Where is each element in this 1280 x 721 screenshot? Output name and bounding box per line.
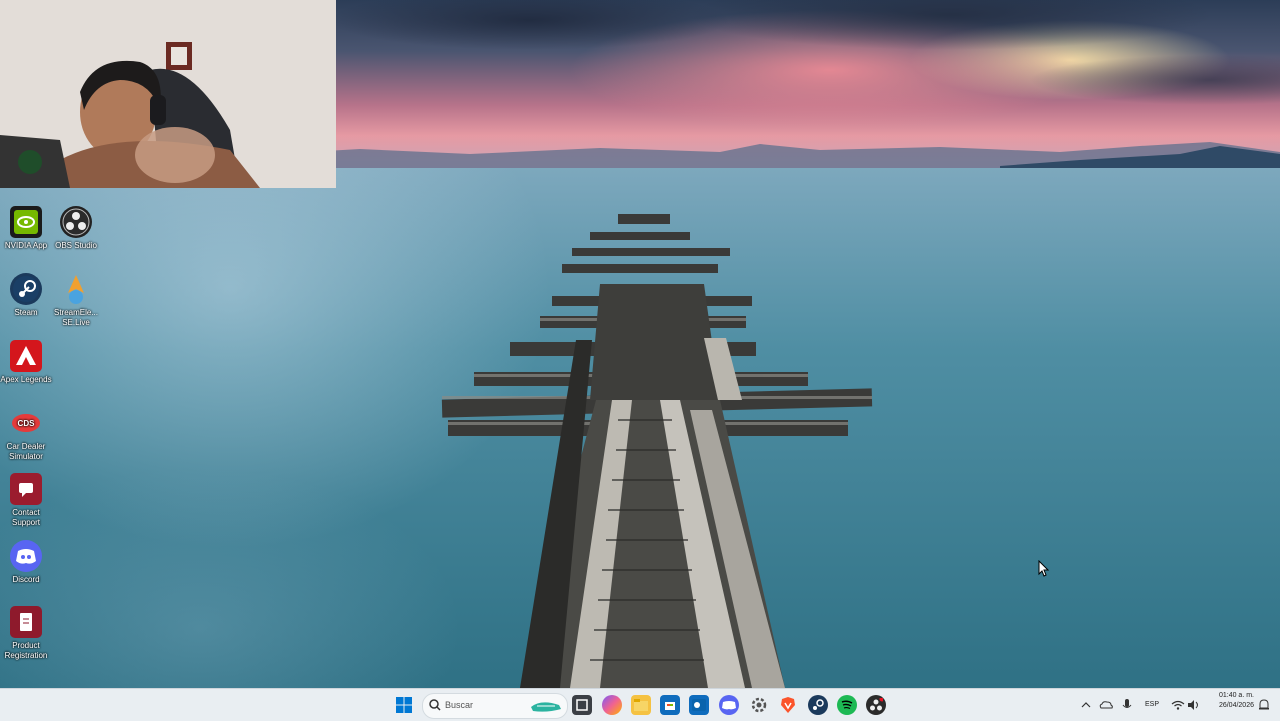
start-button[interactable]	[394, 695, 414, 715]
streamelements-icon	[60, 273, 92, 305]
product-registration-icon	[10, 606, 42, 638]
notification-icon[interactable]	[1254, 695, 1274, 715]
clock-time: 01:40 a. m.	[1218, 692, 1254, 699]
volume-icon[interactable]	[1184, 695, 1204, 715]
desktop-icon-contact-support[interactable]: Contact Support	[0, 473, 52, 528]
search-icon	[429, 699, 441, 711]
copilot-icon[interactable]	[602, 695, 622, 715]
desktop-icon-label: NVIDIA App	[4, 241, 48, 250]
svg-text:CDS: CDS	[18, 419, 36, 428]
settings-gear-icon[interactable]	[749, 695, 769, 715]
task-view-icon[interactable]	[572, 695, 592, 715]
search-highlight-icon	[531, 702, 561, 712]
desktop-icon-label: StreamEle... SE.Live	[53, 308, 98, 327]
desktop-icon-label: Car Dealer Simulator	[6, 442, 46, 461]
chevron-up-icon[interactable]	[1076, 695, 1096, 715]
apex-icon	[10, 340, 42, 372]
spotify-icon[interactable]	[837, 695, 857, 715]
desktop-icon-car-dealer-simulator[interactable]: CDS Car Dealer Simulator	[0, 407, 52, 462]
language-indicator[interactable]: ESP	[1145, 701, 1159, 708]
desktop-icon-apex-legends[interactable]: Apex Legends	[0, 340, 52, 385]
desktop-icon-label: OBS Studio	[55, 241, 97, 250]
microsoft-store-icon[interactable]	[660, 695, 680, 715]
steam-icon	[10, 273, 42, 305]
desktop-icon-label: Product Registration	[4, 641, 48, 660]
outlook-icon[interactable]	[689, 695, 709, 715]
search-placeholder: Buscar	[445, 700, 474, 710]
microphone-icon[interactable]	[1117, 695, 1137, 715]
taskbar: Buscar ESP 01:40 a. m. 26/04/2026	[0, 688, 1280, 721]
discord-icon	[10, 540, 42, 572]
desktop-icon-discord[interactable]: Discord	[0, 540, 52, 585]
desktop-icon-label: Contact Support	[11, 508, 41, 527]
car-dealer-icon: CDS	[10, 407, 42, 439]
desktop-icon-label: Steam	[14, 308, 38, 317]
desktop-icon-nvidia-app[interactable]: NVIDIA App	[0, 206, 52, 251]
desktop-icon-product-registration[interactable]: Product Registration	[0, 606, 52, 661]
clock-date: 26/04/2026	[1218, 702, 1254, 709]
brave-browser-icon[interactable]	[778, 695, 798, 715]
desktop-icon-steam[interactable]: Steam	[0, 273, 52, 318]
mouse-cursor-icon	[1038, 560, 1050, 577]
desktop-icon-label: Discord	[12, 575, 40, 584]
taskbar-search-box[interactable]: Buscar	[422, 693, 568, 719]
discord-taskbar-icon[interactable]	[719, 695, 739, 715]
obs-icon	[60, 206, 92, 238]
onedrive-icon[interactable]	[1096, 695, 1116, 715]
file-explorer-icon[interactable]	[631, 695, 651, 715]
obs-taskbar-icon[interactable]	[866, 695, 886, 715]
nvidia-icon	[10, 206, 42, 238]
webcam-overlay	[0, 0, 336, 188]
desktop-icon-streamelements[interactable]: StreamEle... SE.Live	[50, 273, 102, 328]
desktop-icon-obs-studio[interactable]: OBS Studio	[50, 206, 102, 251]
desktop-icon-label: Apex Legends	[0, 375, 52, 384]
webcam-feed	[0, 0, 336, 188]
clock[interactable]: 01:40 a. m. 26/04/2026	[1204, 692, 1254, 709]
contact-support-icon	[10, 473, 42, 505]
windows-start-icon	[396, 697, 412, 713]
steam-taskbar-icon[interactable]	[808, 695, 828, 715]
